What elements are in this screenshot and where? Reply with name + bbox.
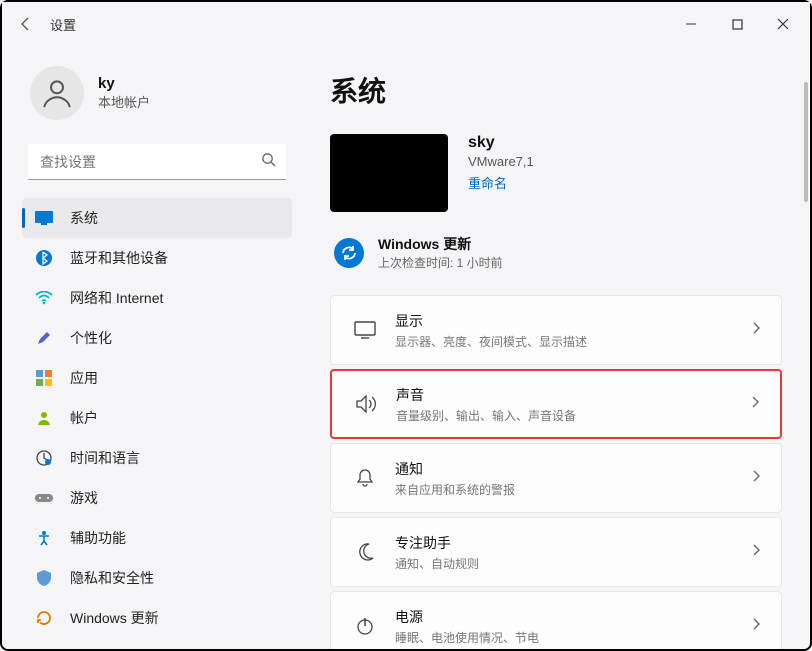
sidebar-item-label: 游戏 <box>70 488 98 508</box>
card-subtitle: 睡眠、电池使用情况、节电 <box>395 629 751 646</box>
user-name: ky <box>98 75 150 92</box>
card-power[interactable]: 电源 睡眠、电池使用情况、节电 <box>330 591 782 649</box>
card-title: 专注助手 <box>395 533 751 553</box>
arrow-left-icon <box>18 16 34 32</box>
windows-update-row[interactable]: Windows 更新 上次检查时间: 1 小时前 <box>330 234 782 271</box>
card-title: 声音 <box>396 385 750 405</box>
accessibility-icon <box>34 528 54 548</box>
card-notifications[interactable]: 通知 来自应用和系统的警报 <box>330 443 782 513</box>
search-input[interactable] <box>28 144 286 180</box>
chevron-right-icon <box>751 617 761 636</box>
wifi-icon <box>34 288 54 308</box>
sidebar-item-label: 蓝牙和其他设备 <box>70 248 168 268</box>
bluetooth-icon <box>34 248 54 268</box>
moon-icon <box>351 542 379 562</box>
sidebar-item-label: 应用 <box>70 368 98 388</box>
card-title: 通知 <box>395 459 751 479</box>
sidebar-item-label: 帐户 <box>70 408 98 428</box>
sidebar-item-label: Windows 更新 <box>70 608 159 628</box>
card-focus-assist[interactable]: 专注助手 通知、自动规则 <box>330 517 782 587</box>
sidebar-item-label: 辅助功能 <box>70 528 126 548</box>
sidebar-item-windows-update[interactable]: Windows 更新 <box>22 598 292 638</box>
clock-globe-icon <box>34 448 54 468</box>
maximize-button[interactable] <box>714 8 760 40</box>
power-icon <box>351 616 379 636</box>
sidebar-item-label: 时间和语言 <box>70 448 140 468</box>
sidebar-item-label: 系统 <box>70 208 98 228</box>
gamepad-icon <box>34 488 54 508</box>
maximize-icon <box>732 19 743 30</box>
sidebar-item-label: 网络和 Internet <box>70 288 163 308</box>
close-icon <box>777 18 789 30</box>
sidebar-item-personalization[interactable]: 个性化 <box>22 318 292 358</box>
account-icon <box>34 408 54 428</box>
display-icon <box>34 208 54 228</box>
sidebar-item-network[interactable]: 网络和 Internet <box>22 278 292 318</box>
window-controls <box>668 8 806 40</box>
pc-info-block: sky VMware7,1 重命名 <box>330 134 782 212</box>
sidebar-item-label: 个性化 <box>70 328 112 348</box>
card-sound[interactable]: 声音 音量级别、输出、输入、声音设备 <box>330 369 782 439</box>
scrollbar-thumb[interactable] <box>804 82 808 202</box>
apps-icon <box>34 368 54 388</box>
card-subtitle: 通知、自动规则 <box>395 555 751 572</box>
bell-icon <box>351 468 379 488</box>
search-icon <box>261 152 276 172</box>
sidebar: ky 本地帐户 系统 蓝牙和其他设备 网络和 Internet <box>2 46 302 649</box>
main-content: 系统 sky VMware7,1 重命名 Windows 更新 上次检查时间: … <box>302 46 810 649</box>
card-display[interactable]: 显示 显示器、亮度、夜间模式、显示描述 <box>330 295 782 365</box>
back-button[interactable] <box>6 4 46 44</box>
card-title: 电源 <box>395 607 751 627</box>
sidebar-item-privacy[interactable]: 隐私和安全性 <box>22 558 292 598</box>
window-title: 设置 <box>50 15 76 34</box>
sidebar-item-time-language[interactable]: 时间和语言 <box>22 438 292 478</box>
pc-name: sky <box>468 134 534 152</box>
user-block[interactable]: ky 本地帐户 <box>22 66 292 120</box>
card-title: 显示 <box>395 311 751 331</box>
update-title: Windows 更新 <box>378 234 503 254</box>
shield-icon <box>34 568 54 588</box>
titlebar: 设置 <box>2 2 810 46</box>
chevron-right-icon <box>751 543 761 562</box>
sync-icon <box>334 238 364 268</box>
chevron-right-icon <box>751 469 761 488</box>
card-subtitle: 音量级别、输出、输入、声音设备 <box>396 407 750 424</box>
card-subtitle: 来自应用和系统的警报 <box>395 481 751 498</box>
sidebar-item-apps[interactable]: 应用 <box>22 358 292 398</box>
monitor-icon <box>351 321 379 339</box>
search-wrap <box>28 144 286 180</box>
nav: 系统 蓝牙和其他设备 网络和 Internet 个性化 应用 帐户 <box>22 198 292 649</box>
close-button[interactable] <box>760 8 806 40</box>
card-subtitle: 显示器、亮度、夜间模式、显示描述 <box>395 333 751 350</box>
sidebar-item-accessibility[interactable]: 辅助功能 <box>22 518 292 558</box>
sidebar-item-gaming[interactable]: 游戏 <box>22 478 292 518</box>
chevron-right-icon <box>751 321 761 340</box>
speaker-icon <box>352 394 380 414</box>
minimize-icon <box>685 18 697 30</box>
user-subtitle: 本地帐户 <box>98 92 150 111</box>
page-title: 系统 <box>330 70 782 110</box>
sidebar-item-accounts[interactable]: 帐户 <box>22 398 292 438</box>
update-icon <box>34 608 54 628</box>
rename-link[interactable]: 重命名 <box>468 173 507 192</box>
chevron-right-icon <box>750 395 760 414</box>
pc-thumbnail <box>330 134 448 212</box>
sidebar-item-bluetooth[interactable]: 蓝牙和其他设备 <box>22 238 292 278</box>
person-icon <box>40 76 74 110</box>
avatar <box>30 66 84 120</box>
sidebar-item-label: 隐私和安全性 <box>70 568 154 588</box>
brush-icon <box>34 328 54 348</box>
pc-model: VMware7,1 <box>468 154 534 169</box>
minimize-button[interactable] <box>668 8 714 40</box>
update-subtitle: 上次检查时间: 1 小时前 <box>378 254 503 271</box>
sidebar-item-system[interactable]: 系统 <box>22 198 292 238</box>
